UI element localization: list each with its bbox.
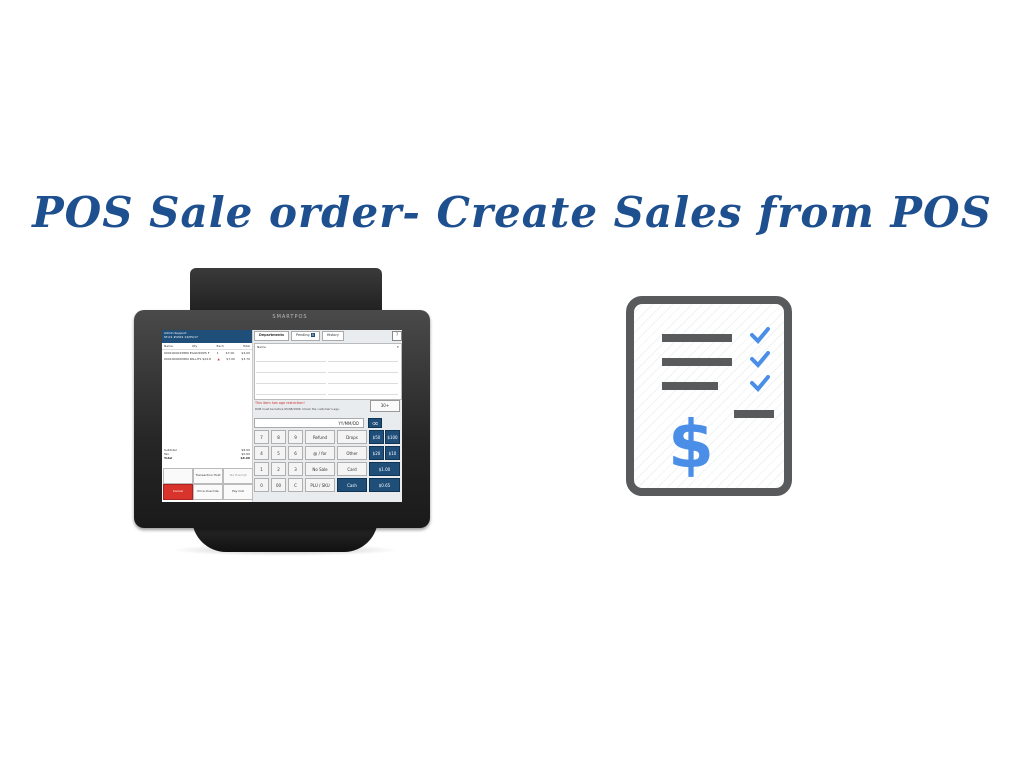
tax-exempt-button[interactable]: Tax Exempt xyxy=(223,468,253,484)
brand-logo: SMARTPOS xyxy=(272,314,308,320)
product-tile[interactable] xyxy=(256,385,326,395)
age-warning: This item has age restriction! xyxy=(255,401,305,405)
invoice-icon: $ xyxy=(626,296,792,496)
key-clear[interactable]: C xyxy=(288,478,303,492)
item-name: 0001000043889 EGGDROPS F xyxy=(164,351,210,355)
tab-bar: Departments Pending 4 History xyxy=(254,331,344,341)
item-each: $7.00 xyxy=(225,351,235,355)
price-override-button[interactable]: Price Override xyxy=(193,484,223,500)
receipt-columns: Name Qty Each Total xyxy=(162,343,252,350)
pos-screen: Admin Support ST-01 #4321 12/05/17 Name … xyxy=(162,330,402,502)
grid-header-label: Name xyxy=(257,345,266,349)
qty-for-button[interactable]: @ / for xyxy=(305,446,335,460)
product-tile[interactable] xyxy=(328,374,398,384)
tab-departments[interactable]: Departments xyxy=(254,331,290,341)
page-title: POS Sale order- Create Sales from POS xyxy=(32,188,992,237)
other-button[interactable]: Other xyxy=(337,446,367,460)
invoice-line xyxy=(662,382,718,390)
product-tile[interactable] xyxy=(328,352,398,362)
product-tile[interactable] xyxy=(256,363,326,373)
receipt-totals: Subtotal $8.00 Tax $0.60 Total $8.60 xyxy=(162,448,252,460)
pending-count-badge: 4 xyxy=(310,333,315,337)
refund-button[interactable]: Refund xyxy=(305,430,335,444)
key-0[interactable]: 0 xyxy=(254,478,269,492)
bill-50-button[interactable]: $50 xyxy=(369,430,384,444)
receipt-line[interactable]: 0001000000884 PALLITS $24.8 ▲ $7.00 $3.7… xyxy=(162,356,252,362)
invoice-line xyxy=(734,410,774,418)
key-1[interactable]: 1 xyxy=(254,462,269,476)
item-total: $3.70 xyxy=(241,357,250,361)
age-confirm-button[interactable]: 30+ xyxy=(370,400,400,412)
amount-button[interactable]: $1.00 xyxy=(369,462,400,476)
invoice-line xyxy=(662,334,732,342)
cancel-button[interactable]: Cancel xyxy=(163,484,193,500)
help-button[interactable]: ? xyxy=(392,331,402,341)
tab-pending[interactable]: Pending 4 xyxy=(291,331,320,341)
product-grid: Name ⌕ xyxy=(254,343,402,400)
transaction-hold-button[interactable]: Transaction Hold xyxy=(193,468,223,484)
item-total: $4.00 xyxy=(241,351,250,355)
drops-button[interactable]: Drops xyxy=(337,430,367,444)
warning-icon: ▲ xyxy=(217,357,220,361)
no-sale-button[interactable]: No Sale xyxy=(305,462,335,476)
pos-terminal-image: SMARTPOS Admin Support ST-01 #4321 12/05… xyxy=(130,262,440,562)
exact-amount-button[interactable]: $0.65 xyxy=(369,478,400,492)
backspace-button[interactable]: ⌫ xyxy=(368,418,382,428)
total-value: $8.60 xyxy=(240,456,251,460)
item-name: 0001000000884 PALLITS $24.8 xyxy=(164,357,211,361)
dob-input[interactable]: YY/MM/DD xyxy=(254,418,364,428)
age-warning-detail: DOB must be before 05/08/1999. Check the… xyxy=(255,407,340,411)
receipt-meta: ST-01 #4321 12/05/17 xyxy=(164,335,198,339)
col-name: Name xyxy=(164,344,173,348)
tab-history[interactable]: History xyxy=(321,331,344,341)
dollar-icon: $ xyxy=(668,406,714,483)
receipt-header: Admin Support ST-01 #4321 12/05/17 xyxy=(162,330,252,343)
product-tile[interactable] xyxy=(328,385,398,395)
card-button[interactable]: Card xyxy=(337,462,367,476)
col-each: Each xyxy=(216,344,224,348)
invoice-line xyxy=(662,358,732,366)
col-total: Total xyxy=(242,344,250,348)
key-9[interactable]: 9 xyxy=(288,430,303,444)
key-8[interactable]: 8 xyxy=(271,430,286,444)
item-qty: 1 xyxy=(216,351,219,355)
product-tile[interactable] xyxy=(256,374,326,384)
total-label: Total xyxy=(164,456,173,460)
key-7[interactable]: 7 xyxy=(254,430,269,444)
plu-sku-button[interactable]: PLU / SKU xyxy=(305,478,335,492)
key-6[interactable]: 6 xyxy=(288,446,303,460)
check-icon xyxy=(750,375,770,392)
key-4[interactable]: 4 xyxy=(254,446,269,460)
search-icon[interactable]: ⌕ xyxy=(397,344,399,349)
check-icon xyxy=(750,351,770,368)
key-00[interactable]: 00 xyxy=(271,478,286,492)
key-5[interactable]: 5 xyxy=(271,446,286,460)
blank-button[interactable] xyxy=(163,468,193,484)
bill-10-button[interactable]: $10 xyxy=(385,446,400,460)
key-2[interactable]: 2 xyxy=(271,462,286,476)
bill-100-button[interactable]: $100 xyxy=(385,430,400,444)
key-3[interactable]: 3 xyxy=(288,462,303,476)
tab-pending-label: Pending xyxy=(296,333,310,337)
product-tile[interactable] xyxy=(328,363,398,373)
cash-button[interactable]: Cash xyxy=(337,478,367,492)
product-tile[interactable] xyxy=(256,352,326,362)
item-each: $7.00 xyxy=(226,357,235,361)
receipt-panel: Admin Support ST-01 #4321 12/05/17 Name … xyxy=(162,330,253,502)
col-qty: Qty xyxy=(192,344,198,348)
pay-out-button[interactable]: Pay Out xyxy=(223,484,253,500)
check-icon xyxy=(750,327,770,344)
bill-20-button[interactable]: $20 xyxy=(369,446,384,460)
